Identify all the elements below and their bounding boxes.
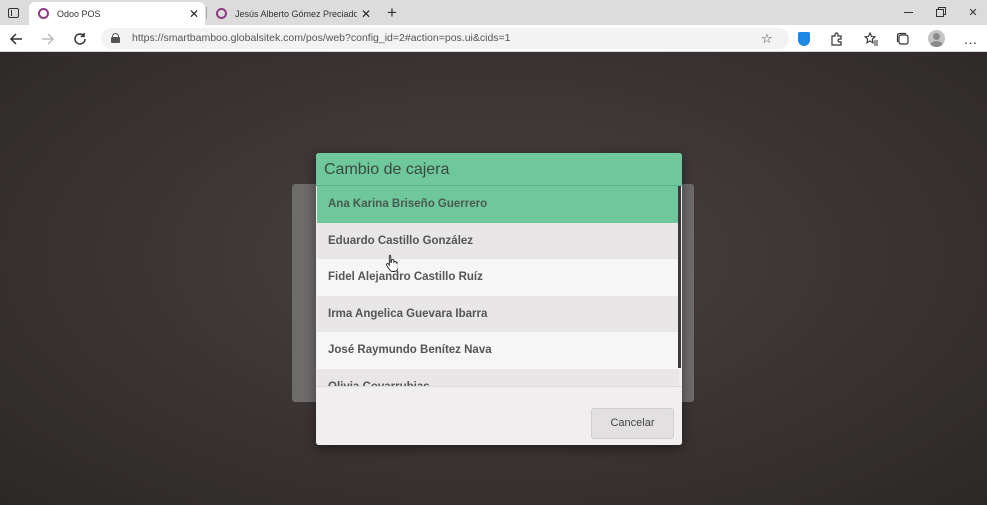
cashier-list[interactable]: Ana Karina Briseño Guerrero Eduardo Cast… — [317, 186, 679, 386]
back-button[interactable] — [5, 28, 27, 50]
tab-close-icon[interactable]: ✕ — [357, 7, 375, 21]
cashier-item[interactable]: Olivia Covarrubias — [317, 368, 679, 386]
cashier-item[interactable]: José Raymundo Benítez Nava — [317, 332, 679, 369]
tab-close-icon[interactable]: ✕ — [185, 7, 203, 21]
window-maximize-button[interactable] — [922, 0, 958, 25]
hand-pointer-cursor-icon — [386, 254, 398, 272]
tab-title: Jesús Alberto Gómez Preciado - — [235, 8, 357, 19]
odoo-favicon-icon — [216, 8, 227, 19]
more-menu-icon[interactable]: … — [961, 30, 979, 48]
add-favorite-icon[interactable]: ☆ — [761, 28, 773, 49]
shield-extension-icon[interactable] — [795, 30, 813, 48]
cashier-item[interactable]: Irma Angelica Guevara Ibarra — [317, 295, 679, 332]
tab-title: Odoo POS — [57, 8, 101, 19]
address-bar[interactable]: https://smartbamboo.globalsitek.com/pos/… — [101, 28, 789, 49]
odoo-favicon-icon — [38, 8, 49, 19]
reload-button[interactable] — [69, 28, 91, 50]
profile-avatar[interactable] — [928, 30, 945, 47]
forward-button[interactable] — [37, 28, 59, 50]
arrow-left-icon — [9, 33, 22, 45]
window-close-button[interactable]: ✕ — [955, 0, 987, 25]
extensions-icon[interactable] — [827, 30, 845, 48]
lock-icon — [111, 33, 120, 43]
browser-toolbar: https://smartbamboo.globalsitek.com/pos/… — [0, 25, 987, 52]
cancel-button[interactable]: Cancelar — [591, 408, 674, 439]
collections-icon[interactable] — [894, 30, 912, 48]
cashier-item[interactable]: Ana Karina Briseño Guerrero — [317, 186, 679, 223]
url-text[interactable]: https://smartbamboo.globalsitek.com/pos/… — [132, 28, 511, 49]
new-tab-button[interactable]: + — [381, 2, 403, 24]
list-scrollbar[interactable] — [678, 186, 681, 368]
arrow-right-icon — [42, 33, 55, 45]
cashier-selection-popup: Cambio de cajera Ana Karina Briseño Guer… — [316, 153, 682, 445]
tab-actions-menu-icon[interactable] — [0, 0, 26, 25]
cashier-item[interactable]: Fidel Alejandro Castillo Ruíz — [317, 259, 679, 296]
popup-title: Cambio de cajera — [316, 153, 682, 186]
popup-footer: Cancelar — [316, 386, 682, 445]
cashier-item[interactable]: Eduardo Castillo González — [317, 222, 679, 259]
tab-odoo-pos[interactable]: Odoo POS ✕ — [29, 2, 205, 25]
favorites-icon[interactable] — [862, 30, 880, 48]
browser-tab-bar: Odoo POS ✕ Jesús Alberto Gómez Preciado … — [0, 0, 987, 25]
reload-icon — [74, 33, 86, 45]
tab-profile[interactable]: Jesús Alberto Gómez Preciado - ✕ — [207, 2, 377, 25]
pos-page-backdrop: Cambio de cajera Ana Karina Briseño Guer… — [0, 52, 987, 505]
window-minimize-button[interactable] — [890, 0, 926, 25]
